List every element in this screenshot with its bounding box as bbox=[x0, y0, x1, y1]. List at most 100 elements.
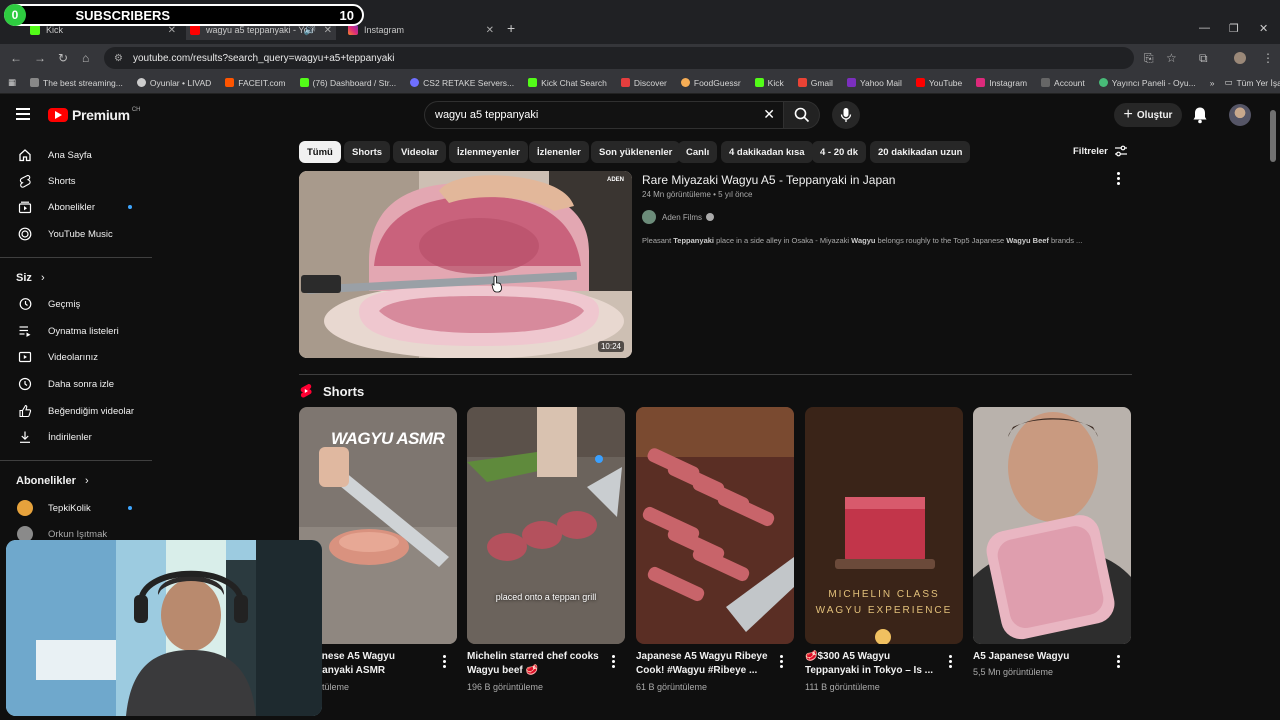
subscriptions-section-header[interactable]: Abonelikler › bbox=[16, 475, 89, 487]
reload-icon[interactable]: ↻ bbox=[58, 51, 68, 65]
bookmark-item[interactable]: Gmail bbox=[797, 78, 833, 88]
chip-4-20-min[interactable]: 4 - 20 dk bbox=[812, 141, 867, 163]
all-bookmarks-button[interactable]: ▭Tüm Yer İşaretleri bbox=[1224, 77, 1280, 88]
apps-icon[interactable]: ▦ bbox=[8, 77, 16, 88]
filters-button[interactable]: Filtreler bbox=[1073, 145, 1128, 157]
minimize-icon[interactable]: — bbox=[1199, 22, 1210, 34]
site-info-icon[interactable]: ⚙ bbox=[114, 53, 123, 64]
home-icon[interactable]: ⌂ bbox=[82, 51, 89, 65]
notifications-bell-icon[interactable] bbox=[1192, 106, 1208, 124]
short-more-actions-icon[interactable] bbox=[443, 655, 447, 670]
chip-shorts[interactable]: Shorts bbox=[344, 141, 391, 163]
streamer-webcam-image bbox=[6, 540, 322, 716]
back-icon[interactable]: ← bbox=[10, 51, 22, 65]
sidebar-item-channel-tepkikolik[interactable]: TepkiKolik bbox=[0, 495, 160, 521]
sidebar-item-liked-videos[interactable]: Beğendiğim videolar bbox=[0, 398, 160, 424]
bookmark-item[interactable]: FoodGuessr bbox=[680, 78, 741, 88]
voice-search-button[interactable] bbox=[832, 101, 860, 129]
bookmark-item[interactable]: Kick bbox=[754, 78, 784, 88]
url-field[interactable]: ⚙ youtube.com/results?search_query=wagyu… bbox=[104, 47, 1134, 69]
video-thumbnail[interactable]: ADEN 10:24 bbox=[299, 171, 632, 358]
chip-recently-uploaded[interactable]: Son yüklenenler bbox=[591, 141, 681, 163]
short-card-thumbnail[interactable]: MICHELIN CLASS WAGYU EXPERIENCE bbox=[805, 407, 963, 644]
bookmark-label: Oyunlar • LIVAD bbox=[149, 77, 212, 88]
youtube-logo[interactable]: Premium CH bbox=[48, 107, 140, 123]
create-button[interactable]: + Oluştur bbox=[1114, 103, 1182, 127]
short-title[interactable]: Japanese A5 Wagyu Ribeye Cook! #Wagyu #R… bbox=[636, 650, 768, 678]
you-section-header[interactable]: Siz › bbox=[16, 272, 45, 284]
restore-icon[interactable]: ❐ bbox=[1229, 22, 1239, 35]
youtube-icon bbox=[190, 25, 200, 35]
bookmark-item[interactable]: The best streaming... bbox=[30, 78, 123, 88]
search-button[interactable] bbox=[784, 101, 820, 129]
bookmark-item[interactable]: Instagram bbox=[976, 78, 1027, 88]
install-icon[interactable]: ⎘ bbox=[1144, 51, 1154, 66]
close-window-icon[interactable]: ✕ bbox=[1259, 22, 1268, 35]
close-tab-icon[interactable]: ✕ bbox=[486, 25, 494, 36]
sidebar-item-playlists[interactable]: Oynatma listeleri bbox=[0, 318, 160, 344]
chip-watched[interactable]: İzlenenler bbox=[529, 141, 589, 163]
thumbs-up-icon bbox=[16, 404, 34, 418]
short-title[interactable]: Michelin starred chef cooks Wagyu beef 🥩 bbox=[467, 650, 599, 678]
close-tab-icon[interactable]: ✕ bbox=[324, 25, 332, 36]
sidebar-item-history[interactable]: Geçmiş bbox=[0, 291, 160, 317]
chip-unwatched[interactable]: İzlenmeyenler bbox=[449, 141, 528, 163]
chip-over-20-min[interactable]: 20 dakikadan uzun bbox=[870, 141, 971, 163]
hamburger-menu-icon[interactable] bbox=[16, 108, 30, 120]
sidebar-item-downloads[interactable]: İndirilenler bbox=[0, 424, 160, 450]
sidebar-item-subscriptions[interactable]: Abonelikler bbox=[0, 194, 160, 220]
bookmark-label: Yayıncı Paneli - Oyu... bbox=[1111, 77, 1196, 88]
clear-search-icon[interactable]: ✕ bbox=[763, 106, 775, 123]
short-more-actions-icon[interactable] bbox=[949, 655, 953, 670]
bookmark-item[interactable]: Oyunlar • LIVAD bbox=[136, 77, 212, 88]
bookmark-star-icon[interactable]: ☆ bbox=[1166, 51, 1177, 65]
sidebar-item-shorts[interactable]: Shorts bbox=[0, 168, 160, 194]
chip-live[interactable]: Canlı bbox=[678, 141, 718, 163]
sidebar-item-home[interactable]: Ana Sayfa bbox=[0, 142, 160, 168]
chip-all[interactable]: Tümü bbox=[299, 141, 341, 163]
short-more-actions-icon[interactable] bbox=[612, 655, 616, 670]
bookmark-item[interactable]: YouTube bbox=[915, 78, 962, 88]
sidebar-item-youtube-music[interactable]: YouTube Music bbox=[0, 221, 160, 247]
search-input[interactable]: wagyu a5 teppanyaki ✕ bbox=[424, 101, 784, 129]
bookmark-favicon bbox=[915, 78, 925, 87]
close-tab-icon[interactable]: ✕ bbox=[168, 25, 176, 36]
video-more-actions-icon[interactable] bbox=[1117, 172, 1121, 187]
profile-icon[interactable] bbox=[1234, 52, 1246, 64]
short-more-actions-icon[interactable] bbox=[780, 655, 784, 670]
short-card-thumbnail[interactable]: WAGYU ASMR bbox=[299, 407, 457, 644]
channel-name: Aden Films bbox=[662, 212, 703, 222]
short-title[interactable]: A5 Japanese Wagyu bbox=[973, 650, 1105, 664]
bookmark-item[interactable]: Yahoo Mail bbox=[846, 78, 902, 88]
short-title[interactable]: 🥩$300 A5 Wagyu Teppanyaki in Tokyo – Is … bbox=[805, 650, 937, 678]
short-card-thumbnail[interactable]: placed onto a teppan grill bbox=[467, 407, 625, 644]
bookmark-item[interactable]: Kick Chat Search bbox=[528, 78, 607, 88]
short-card-thumbnail[interactable] bbox=[636, 407, 794, 644]
bookmark-item[interactable]: (76) Dashboard / Str... bbox=[299, 77, 397, 88]
speaker-icon[interactable]: 🔊 bbox=[304, 25, 316, 36]
short-more-actions-icon[interactable] bbox=[1117, 655, 1121, 670]
bookmark-label: (76) Dashboard / Str... bbox=[312, 77, 397, 88]
bookmark-item[interactable]: FACEIT.com bbox=[225, 78, 286, 88]
more-bookmarks-button[interactable]: » bbox=[1210, 78, 1215, 88]
chip-under-4-min[interactable]: 4 dakikadan kısa bbox=[721, 141, 813, 163]
page-scrollbar[interactable] bbox=[1270, 110, 1276, 162]
sidebar-item-your-videos[interactable]: Videolarınız bbox=[0, 344, 160, 370]
video-title-link[interactable]: Rare Miyazaki Wagyu A5 - Teppanyaki in J… bbox=[642, 173, 895, 187]
bookmark-favicon bbox=[620, 78, 630, 87]
sidebar-item-watch-later[interactable]: Daha sonra izle bbox=[0, 371, 160, 397]
bookmark-item[interactable]: Yayıncı Paneli - Oyu... bbox=[1098, 77, 1196, 88]
desc-text: brands ... bbox=[1048, 236, 1083, 245]
chip-videos[interactable]: Videolar bbox=[393, 141, 447, 163]
tab-instagram[interactable]: Instagram ✕ bbox=[348, 20, 498, 40]
account-avatar[interactable] bbox=[1229, 104, 1251, 126]
short-card-thumbnail[interactable] bbox=[973, 407, 1131, 644]
bookmark-item[interactable]: Account bbox=[1041, 78, 1085, 88]
forward-icon[interactable]: → bbox=[34, 51, 46, 65]
bookmark-item[interactable]: CS2 RETAKE Servers... bbox=[410, 78, 514, 88]
extensions-icon[interactable]: ⧉ bbox=[1199, 51, 1208, 66]
new-tab-button[interactable]: + bbox=[507, 20, 515, 36]
menu-icon[interactable]: ⋮ bbox=[1262, 51, 1274, 65]
bookmark-item[interactable]: Discover bbox=[620, 78, 667, 88]
channel-link[interactable]: Aden Films bbox=[642, 210, 715, 224]
